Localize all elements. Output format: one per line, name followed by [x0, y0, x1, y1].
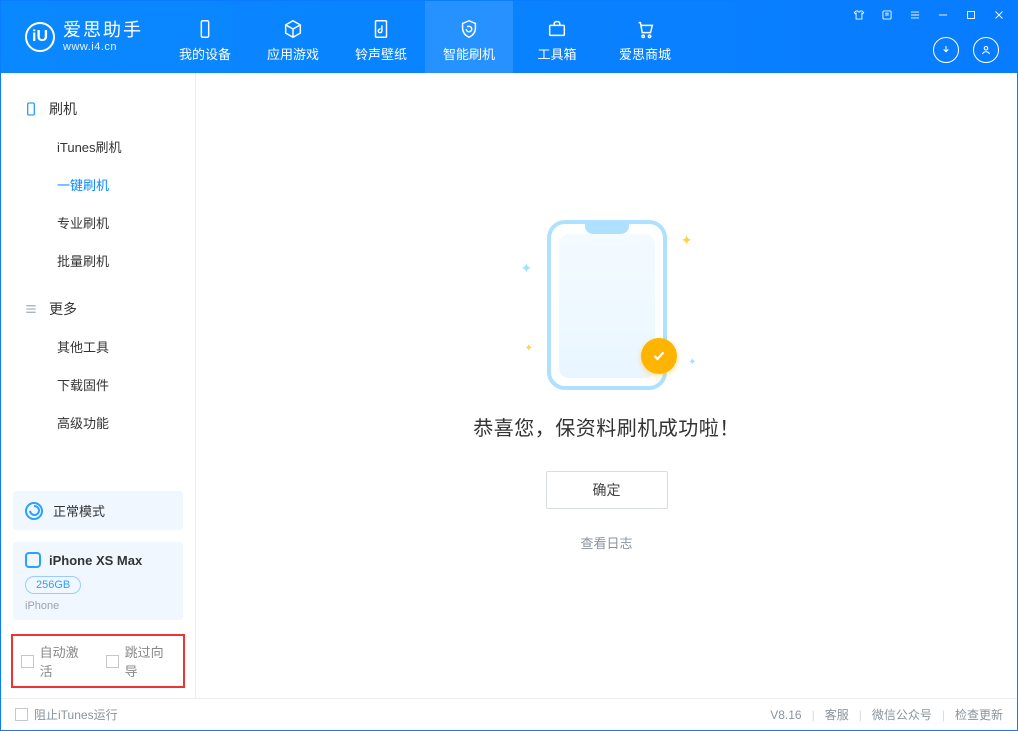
device-icon: [25, 552, 41, 568]
mode-label: 正常模式: [53, 501, 105, 520]
logo-icon: iU: [25, 22, 55, 52]
cube-icon: [282, 18, 304, 40]
tab-label: 爱思商城: [619, 44, 671, 63]
phone-illustration: [547, 220, 667, 390]
checkbox-block-itunes[interactable]: 阻止iTunes运行: [15, 706, 118, 723]
sidebar-item-other-tools[interactable]: 其他工具: [1, 329, 195, 367]
tab-ringtones[interactable]: 铃声壁纸: [337, 1, 425, 73]
checkbox-skip-guide[interactable]: 跳过向导: [106, 642, 175, 680]
checkbox-auto-activate[interactable]: 自动激活: [21, 642, 90, 680]
sidebar-item-itunes-flash[interactable]: iTunes刷机: [1, 129, 195, 167]
sparkle-icon: ✦: [525, 343, 533, 354]
checkmark-badge: [641, 338, 677, 374]
logo-block: iU 爱思助手 www.i4.cn: [1, 21, 161, 53]
app-url: www.i4.cn: [63, 41, 143, 53]
sidebar-item-pro-flash[interactable]: 专业刷机: [1, 205, 195, 243]
device-icon: [194, 18, 216, 40]
sparkle-icon: ✦: [521, 260, 533, 277]
app-name: 爱思助手: [63, 21, 143, 41]
view-log-link[interactable]: 查看日志: [580, 533, 632, 552]
refresh-shield-icon: [458, 18, 480, 40]
titlebar: iU 爱思助手 www.i4.cn 我的设备 应用游戏 铃声壁纸 智能刷机: [1, 1, 1017, 73]
device-card[interactable]: iPhone XS Max 256GB iPhone: [13, 542, 183, 620]
music-file-icon: [370, 18, 392, 40]
sidebar-item-onekey-flash[interactable]: 一键刷机: [1, 167, 195, 205]
sidebar-group-more: 更多: [1, 289, 195, 329]
tab-label: 智能刷机: [443, 44, 495, 63]
tshirt-icon[interactable]: [851, 7, 867, 23]
sparkle-icon: ✦: [681, 232, 693, 249]
version-label: V8.16: [770, 708, 801, 722]
feedback-icon[interactable]: [879, 7, 895, 23]
sparkle-icon: ✦: [688, 357, 696, 368]
account-button[interactable]: [973, 37, 999, 63]
tab-label: 我的设备: [179, 44, 231, 63]
capacity-badge: 256GB: [25, 576, 81, 594]
list-icon: [23, 301, 39, 317]
user-controls: [933, 37, 999, 63]
tab-toolbox[interactable]: 工具箱: [513, 1, 601, 73]
tab-label: 工具箱: [537, 44, 576, 63]
main-content: ✦ ✦ ✦ ✦ 恭喜您，保资料刷机成功啦！ 确定 查看日志: [196, 73, 1017, 698]
sidebar-item-advanced[interactable]: 高级功能: [1, 405, 195, 443]
tab-label: 应用游戏: [267, 44, 319, 63]
mode-icon: [25, 502, 43, 520]
status-bar: 阻止iTunes运行 V8.16 | 客服 | 微信公众号 | 检查更新: [1, 698, 1017, 730]
status-link-update[interactable]: 检查更新: [955, 706, 1003, 723]
sidebar: 刷机 iTunes刷机 一键刷机 专业刷机 批量刷机 更多 其他工具 下载固件 …: [1, 73, 196, 698]
status-link-support[interactable]: 客服: [825, 706, 849, 723]
main-tabs: 我的设备 应用游戏 铃声壁纸 智能刷机 工具箱 爱思商城: [161, 1, 689, 73]
status-link-wechat[interactable]: 微信公众号: [872, 706, 932, 723]
success-illustration: ✦ ✦ ✦ ✦: [547, 220, 667, 398]
tab-store[interactable]: 爱思商城: [601, 1, 689, 73]
flash-options-highlighted: 自动激活 跳过向导: [11, 634, 185, 688]
briefcase-icon: [546, 18, 568, 40]
app-window: iU 爱思助手 www.i4.cn 我的设备 应用游戏 铃声壁纸 智能刷机: [0, 0, 1018, 731]
tab-my-device[interactable]: 我的设备: [161, 1, 249, 73]
maximize-button[interactable]: [963, 7, 979, 23]
menu-icon[interactable]: [907, 7, 923, 23]
tab-label: 铃声壁纸: [355, 44, 407, 63]
tab-apps[interactable]: 应用游戏: [249, 1, 337, 73]
sidebar-group-flash: 刷机: [1, 89, 195, 129]
minimize-button[interactable]: [935, 7, 951, 23]
tab-flash[interactable]: 智能刷机: [425, 1, 513, 73]
window-controls: [851, 7, 1007, 23]
ok-button[interactable]: 确定: [546, 471, 668, 509]
sidebar-item-batch-flash[interactable]: 批量刷机: [1, 243, 195, 281]
mode-card[interactable]: 正常模式: [13, 491, 183, 530]
sidebar-item-download-firmware[interactable]: 下载固件: [1, 367, 195, 405]
success-message: 恭喜您，保资料刷机成功啦！: [473, 412, 740, 441]
download-button[interactable]: [933, 37, 959, 63]
cart-icon: [634, 18, 656, 40]
phone-icon: [23, 101, 39, 117]
device-type: iPhone: [25, 600, 59, 612]
close-button[interactable]: [991, 7, 1007, 23]
device-name: iPhone XS Max: [49, 553, 142, 568]
